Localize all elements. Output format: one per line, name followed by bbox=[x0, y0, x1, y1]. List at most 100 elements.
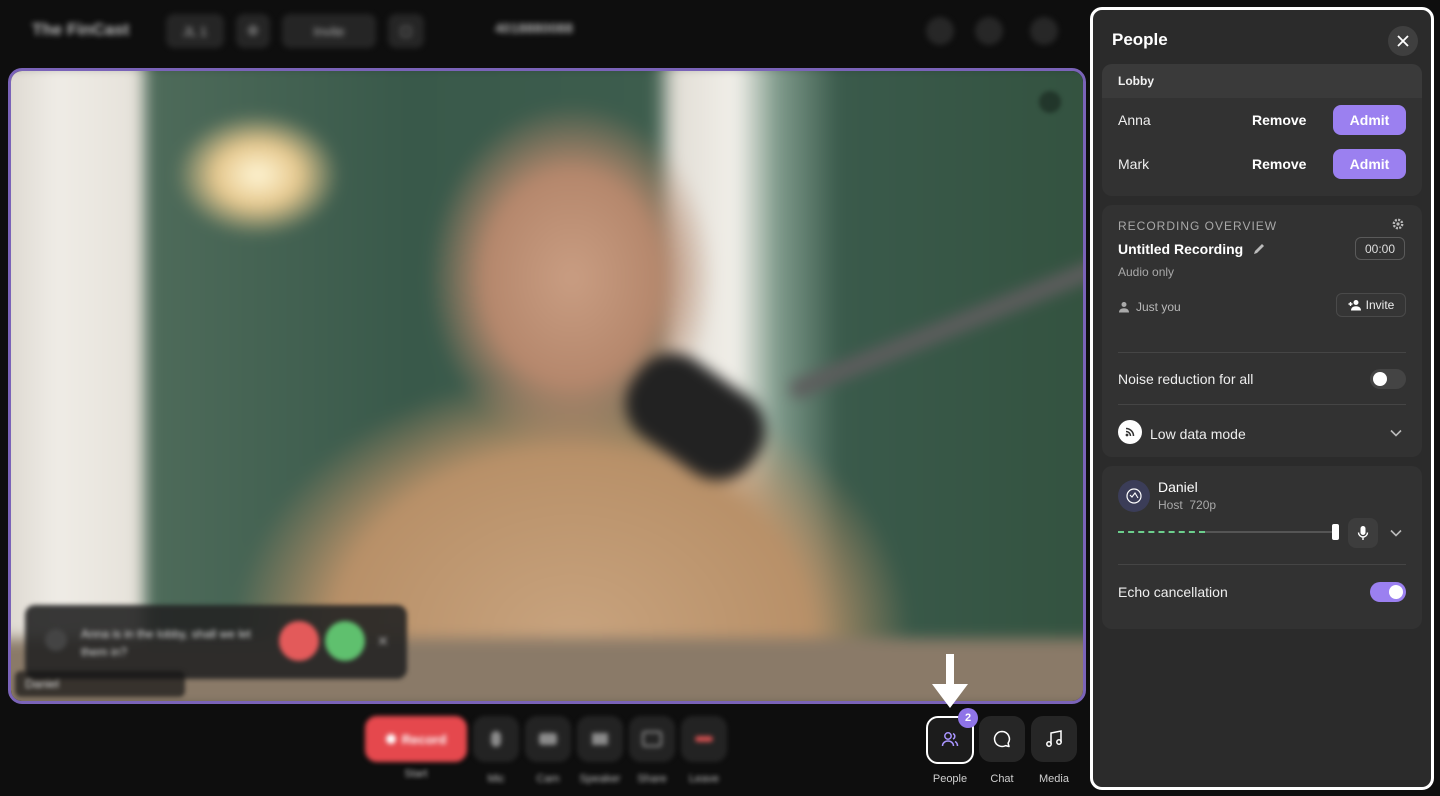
low-data-mode-label: Low data mode bbox=[1150, 426, 1246, 442]
lobby-guest-row: Mark Remove Admit bbox=[1102, 142, 1422, 186]
share-control[interactable]: Share bbox=[629, 716, 675, 785]
record-label: Record bbox=[401, 731, 447, 747]
studio-title: The FinCast bbox=[32, 20, 130, 39]
cloud-icon[interactable] bbox=[975, 17, 1003, 45]
admit-guest-button[interactable]: Admit bbox=[1333, 149, 1406, 179]
chat-control-label: Chat bbox=[990, 773, 1014, 785]
participant-mic-button[interactable] bbox=[1348, 518, 1378, 548]
settings-icon[interactable]: ⚙ bbox=[236, 14, 270, 48]
invite-label: Invite bbox=[1365, 298, 1395, 312]
lobby-guest-row: Anna Remove Admit bbox=[1102, 98, 1422, 142]
share-control-label: Share bbox=[637, 773, 667, 785]
participant-role-text: Host bbox=[1158, 498, 1183, 512]
mic-icon bbox=[1357, 526, 1369, 540]
add-person-icon bbox=[1348, 300, 1361, 311]
help-icon[interactable] bbox=[926, 17, 954, 45]
participant-name: Daniel bbox=[1158, 479, 1198, 495]
divider bbox=[1118, 404, 1406, 405]
host-chip[interactable]: JL 1 bbox=[166, 14, 224, 48]
dial-in-number: 4018880088 bbox=[495, 20, 573, 36]
volume-track bbox=[1205, 531, 1336, 533]
panel-title: People bbox=[1112, 30, 1168, 49]
leave-control-label: Leave bbox=[689, 773, 719, 785]
record-dot-icon bbox=[385, 734, 396, 744]
hangup-icon bbox=[695, 736, 713, 742]
low-data-icon bbox=[1118, 420, 1142, 444]
participants-text: Just you bbox=[1136, 300, 1181, 314]
record-button[interactable]: Record bbox=[365, 716, 467, 762]
panel-close-button[interactable] bbox=[1388, 26, 1418, 56]
toast-message: Anna is in the lobby, shall we let them … bbox=[81, 627, 251, 659]
mic-icon bbox=[491, 731, 501, 747]
guest-name: Mark bbox=[1118, 156, 1150, 172]
participant-name-tag: Daniel bbox=[15, 671, 185, 697]
arrow-down-icon bbox=[932, 654, 968, 708]
toast-avatar bbox=[45, 629, 67, 651]
person-icon bbox=[1119, 302, 1129, 313]
speaker-icon bbox=[592, 733, 608, 745]
toast-deny-button[interactable] bbox=[279, 621, 319, 661]
divider bbox=[1118, 564, 1406, 565]
toggle-knob bbox=[1373, 372, 1387, 386]
people-count-badge: 2 bbox=[958, 708, 978, 728]
cam-control[interactable]: Cam bbox=[525, 716, 571, 785]
gear-icon[interactable] bbox=[1391, 217, 1405, 231]
layout-icon[interactable]: ▢ bbox=[388, 14, 424, 48]
people-control-label: People bbox=[932, 773, 968, 785]
mic-control[interactable]: Mic bbox=[473, 716, 519, 785]
cam-control-label: Cam bbox=[536, 773, 560, 785]
media-control-label: Media bbox=[1039, 773, 1069, 785]
recording-overview-card: RECORDING OVERVIEW Untitled Recording 00… bbox=[1102, 205, 1422, 457]
chat-icon bbox=[993, 730, 1011, 748]
pencil-icon[interactable] bbox=[1252, 242, 1266, 256]
lobby-heading: Lobby bbox=[1102, 64, 1422, 98]
chevron-down-icon[interactable] bbox=[1390, 429, 1402, 437]
avatar bbox=[1118, 480, 1150, 512]
recording-title: Untitled Recording bbox=[1118, 241, 1244, 257]
participant-card: Daniel Host 720p Echo cancellation bbox=[1102, 466, 1422, 629]
recording-mode: Audio only bbox=[1118, 265, 1175, 279]
participants-summary: Just you bbox=[1118, 300, 1181, 314]
mic-control-label: Mic bbox=[487, 773, 505, 785]
people-icon bbox=[941, 732, 959, 747]
guest-name: Anna bbox=[1118, 112, 1151, 128]
toggle-knob bbox=[1389, 585, 1403, 599]
video-stage: Anna is in the lobby, shall we let them … bbox=[8, 68, 1086, 704]
volume-slider[interactable] bbox=[1118, 524, 1339, 540]
people-control[interactable]: 2 People bbox=[926, 708, 978, 785]
people-panel: People Lobby Anna Remove Admit Mark Remo… bbox=[1090, 7, 1434, 790]
invite-top-button[interactable]: Invite bbox=[282, 14, 376, 48]
remove-guest-button[interactable]: Remove bbox=[1252, 112, 1306, 128]
echo-cancellation-toggle[interactable] bbox=[1370, 582, 1406, 602]
record-caption: Start bbox=[404, 768, 428, 780]
app-window: The FinCast JL 1 ⚙ Invite ▢ 4018880088 A… bbox=[0, 0, 1440, 796]
remove-guest-button[interactable]: Remove bbox=[1252, 156, 1306, 172]
speaker-control-label: Speaker bbox=[579, 773, 621, 785]
noise-reduction-label: Noise reduction for all bbox=[1118, 371, 1254, 387]
stage-close-icon[interactable] bbox=[1039, 91, 1061, 113]
media-control[interactable]: Media bbox=[1031, 716, 1077, 785]
participant-role: Host 720p bbox=[1158, 498, 1216, 512]
admit-guest-button[interactable]: Admit bbox=[1333, 105, 1406, 135]
camera-icon bbox=[539, 733, 557, 745]
chevron-down-icon[interactable] bbox=[1390, 529, 1402, 537]
lobby-toast: Anna is in the lobby, shall we let them … bbox=[25, 605, 407, 679]
lobby-card: Lobby Anna Remove Admit Mark Remove Admi… bbox=[1102, 64, 1422, 196]
leave-control[interactable]: Leave bbox=[681, 716, 727, 785]
volume-slider-thumb[interactable] bbox=[1332, 524, 1339, 540]
noise-reduction-toggle[interactable] bbox=[1370, 369, 1406, 389]
invite-button[interactable]: Invite bbox=[1336, 293, 1406, 317]
toast-close-icon[interactable]: ✕ bbox=[377, 633, 389, 650]
mic-level-meter bbox=[1118, 531, 1205, 533]
share-icon bbox=[642, 731, 662, 747]
music-icon bbox=[1046, 730, 1062, 747]
echo-cancellation-label: Echo cancellation bbox=[1118, 584, 1228, 600]
profile-avatar[interactable] bbox=[1030, 17, 1058, 45]
chat-control[interactable]: Chat bbox=[979, 716, 1025, 785]
recording-timer: 00:00 bbox=[1355, 237, 1405, 260]
recording-overview-label: RECORDING OVERVIEW bbox=[1118, 219, 1278, 233]
speaker-control[interactable]: Speaker bbox=[577, 716, 623, 785]
participant-quality: 720p bbox=[1189, 498, 1217, 512]
toast-admit-button[interactable] bbox=[325, 621, 365, 661]
top-bar: The FinCast JL 1 ⚙ Invite ▢ 4018880088 bbox=[0, 0, 1085, 62]
